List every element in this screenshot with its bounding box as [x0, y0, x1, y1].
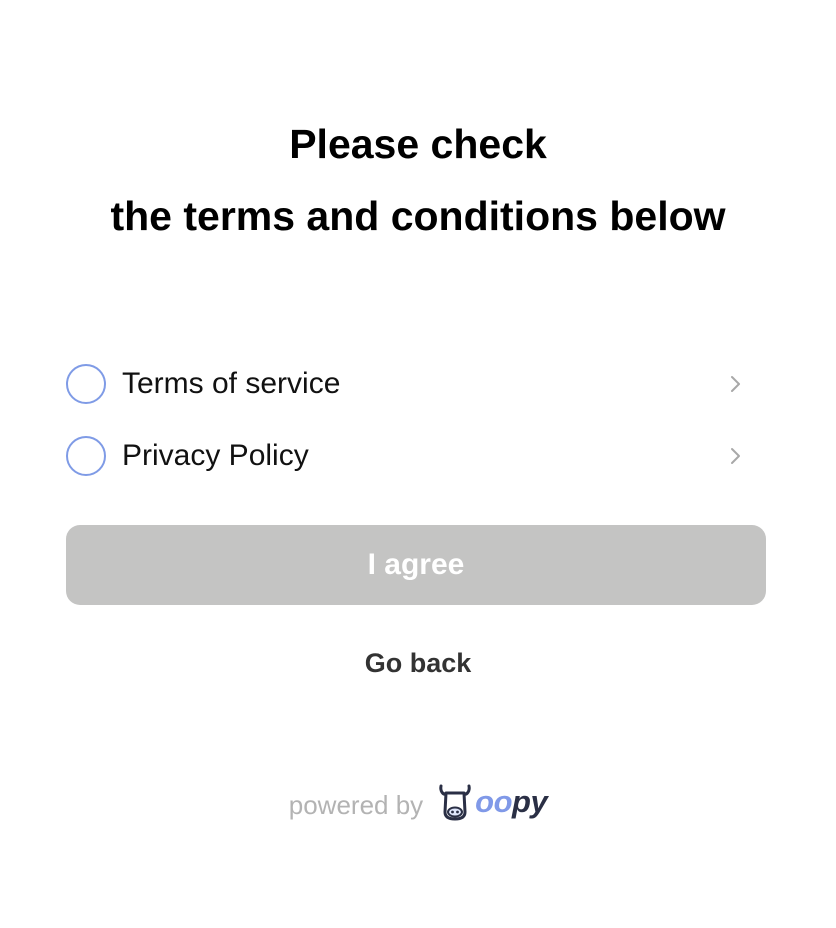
oopy-logo[interactable]: oopy — [437, 782, 548, 822]
terms-of-service-label: Terms of service — [122, 367, 341, 400]
cow-logo-icon — [439, 784, 471, 821]
terms-of-service-radio[interactable] — [66, 364, 106, 404]
powered-by-text: powered by — [288, 789, 424, 820]
logo-wordmark: oopy — [475, 784, 548, 819]
privacy-policy-radio[interactable] — [66, 436, 106, 476]
go-back-link[interactable]: Go back — [0, 648, 836, 679]
terms-list: Terms of service Privacy Policy — [66, 348, 766, 492]
page-title: Please check the terms and conditions be… — [0, 108, 836, 252]
powered-by-footer: powered by oopy — [0, 782, 836, 822]
agree-button[interactable]: I agree — [66, 525, 766, 605]
privacy-policy-label: Privacy Policy — [122, 439, 309, 472]
terms-of-service-row[interactable]: Terms of service — [66, 348, 766, 420]
chevron-right-icon[interactable] — [716, 364, 756, 404]
title-line-1: Please check — [289, 121, 547, 167]
title-line-2: the terms and conditions below — [110, 193, 726, 239]
privacy-policy-row[interactable]: Privacy Policy — [66, 420, 766, 492]
chevron-right-icon[interactable] — [716, 436, 756, 476]
